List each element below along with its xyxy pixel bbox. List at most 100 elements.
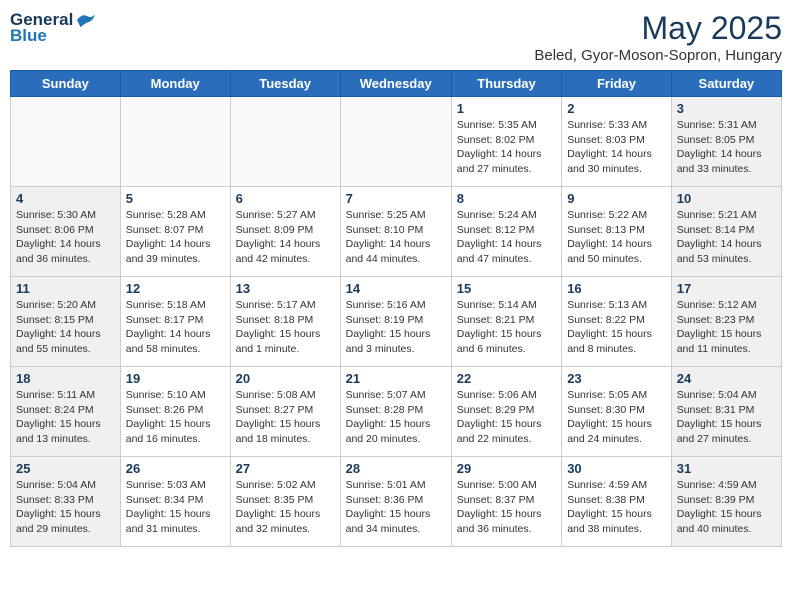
day-info: Sunrise: 5:10 AM Sunset: 8:26 PM Dayligh… <box>126 388 225 447</box>
day-info: Sunrise: 5:03 AM Sunset: 8:34 PM Dayligh… <box>126 478 225 537</box>
calendar-cell: 17 Sunrise: 5:12 AM Sunset: 8:23 PM Dayli… <box>671 277 781 367</box>
day-info: Sunrise: 5:13 AM Sunset: 8:22 PM Dayligh… <box>567 298 666 357</box>
day-info: Sunrise: 5:06 AM Sunset: 8:29 PM Dayligh… <box>457 388 556 447</box>
calendar-cell: 30 Sunrise: 4:59 AM Sunset: 8:38 PM Dayli… <box>562 457 672 547</box>
day-info: Sunrise: 5:08 AM Sunset: 8:27 PM Dayligh… <box>236 388 335 447</box>
calendar-cell: 6 Sunrise: 5:27 AM Sunset: 8:09 PM Daylig… <box>230 187 340 277</box>
calendar-cell <box>120 97 230 187</box>
calendar-cell: 11 Sunrise: 5:20 AM Sunset: 8:15 PM Dayli… <box>11 277 121 367</box>
calendar-cell: 26Sunrise: 5:03 AM Sunset: 8:34 PM Dayli… <box>120 457 230 547</box>
day-number: 27 <box>236 461 335 476</box>
day-number: 21 <box>346 371 446 386</box>
day-number: 12 <box>126 281 225 296</box>
calendar-cell: 24 Sunrise: 5:04 AM Sunset: 8:31 PM Dayli… <box>671 367 781 457</box>
day-info: Sunrise: 5:01 AM Sunset: 8:36 PM Dayligh… <box>346 478 446 537</box>
day-info: Sunrise: 4:59 AM Sunset: 8:39 PM Dayligh… <box>677 478 776 537</box>
day-info: Sunrise: 5:17 AM Sunset: 8:18 PM Dayligh… <box>236 298 335 357</box>
day-number: 2 <box>567 101 666 116</box>
day-info: Sunrise: 5:30 AM Sunset: 8:06 PM Dayligh… <box>16 208 115 267</box>
calendar-week-row: 4 Sunrise: 5:30 AM Sunset: 8:06 PM Daylig… <box>11 187 782 277</box>
day-number: 28 <box>346 461 446 476</box>
day-info: Sunrise: 4:59 AM Sunset: 8:38 PM Dayligh… <box>567 478 666 537</box>
calendar-cell: 28 Sunrise: 5:01 AM Sunset: 8:36 PM Dayli… <box>340 457 451 547</box>
calendar-week-row: 18 Sunrise: 5:11 AM Sunset: 8:24 PM Dayli… <box>11 367 782 457</box>
day-info: Sunrise: 5:20 AM Sunset: 8:15 PM Dayligh… <box>16 298 115 357</box>
day-info: Sunrise: 5:18 AM Sunset: 8:17 PM Dayligh… <box>126 298 225 357</box>
calendar-table: SundayMondayTuesdayWednesdayThursdayFrid… <box>10 70 782 547</box>
day-info: Sunrise: 5:31 AM Sunset: 8:05 PM Dayligh… <box>677 118 776 177</box>
day-number: 13 <box>236 281 335 296</box>
day-info: Sunrise: 5:27 AM Sunset: 8:09 PM Dayligh… <box>236 208 335 267</box>
day-number: 16 <box>567 281 666 296</box>
day-number: 22 <box>457 371 556 386</box>
day-number: 11 <box>16 281 115 296</box>
day-number: 24 <box>677 371 776 386</box>
calendar-cell: 16 Sunrise: 5:13 AM Sunset: 8:22 PM Dayli… <box>562 277 672 367</box>
day-number: 6 <box>236 191 335 206</box>
day-number: 3 <box>677 101 776 116</box>
logo-bird-icon <box>75 11 97 29</box>
day-info: Sunrise: 5:14 AM Sunset: 8:21 PM Dayligh… <box>457 298 556 357</box>
day-header-monday: Monday <box>120 71 230 97</box>
day-header-saturday: Saturday <box>671 71 781 97</box>
calendar-cell: 12 Sunrise: 5:18 AM Sunset: 8:17 PM Dayli… <box>120 277 230 367</box>
calendar-cell: 21Sunrise: 5:07 AM Sunset: 8:28 PM Dayli… <box>340 367 451 457</box>
calendar-cell: 25 Sunrise: 5:04 AM Sunset: 8:33 PM Dayli… <box>11 457 121 547</box>
day-number: 18 <box>16 371 115 386</box>
calendar-cell: 20 Sunrise: 5:08 AM Sunset: 8:27 PM Dayli… <box>230 367 340 457</box>
calendar-cell: 15 Sunrise: 5:14 AM Sunset: 8:21 PM Dayli… <box>451 277 561 367</box>
day-number: 19 <box>126 371 225 386</box>
day-number: 20 <box>236 371 335 386</box>
logo: General Blue <box>10 10 97 46</box>
day-info: Sunrise: 5:05 AM Sunset: 8:30 PM Dayligh… <box>567 388 666 447</box>
calendar-cell: 10 Sunrise: 5:21 AM Sunset: 8:14 PM Dayli… <box>671 187 781 277</box>
day-info: Sunrise: 5:33 AM Sunset: 8:03 PM Dayligh… <box>567 118 666 177</box>
day-header-wednesday: Wednesday <box>340 71 451 97</box>
day-info: Sunrise: 5:11 AM Sunset: 8:24 PM Dayligh… <box>16 388 115 447</box>
day-number: 17 <box>677 281 776 296</box>
calendar-week-row: 25 Sunrise: 5:04 AM Sunset: 8:33 PM Dayli… <box>11 457 782 547</box>
day-number: 23 <box>567 371 666 386</box>
day-number: 15 <box>457 281 556 296</box>
day-info: Sunrise: 5:04 AM Sunset: 8:33 PM Dayligh… <box>16 478 115 537</box>
calendar-cell: 31 Sunrise: 4:59 AM Sunset: 8:39 PM Dayli… <box>671 457 781 547</box>
header: General Blue May 2025 Beled, Gyor-Moson-… <box>10 10 782 64</box>
calendar-cell: 19 Sunrise: 5:10 AM Sunset: 8:26 PM Dayli… <box>120 367 230 457</box>
day-header-friday: Friday <box>562 71 672 97</box>
day-info: Sunrise: 5:21 AM Sunset: 8:14 PM Dayligh… <box>677 208 776 267</box>
day-header-sunday: Sunday <box>11 71 121 97</box>
day-header-thursday: Thursday <box>451 71 561 97</box>
calendar-cell: 5Sunrise: 5:28 AM Sunset: 8:07 PM Daylig… <box>120 187 230 277</box>
day-header-tuesday: Tuesday <box>230 71 340 97</box>
day-number: 4 <box>16 191 115 206</box>
day-number: 30 <box>567 461 666 476</box>
calendar-header-row: SundayMondayTuesdayWednesdayThursdayFrid… <box>11 71 782 97</box>
month-title: May 2025 <box>534 10 782 47</box>
calendar-cell: 2 Sunrise: 5:33 AM Sunset: 8:03 PM Daylig… <box>562 97 672 187</box>
calendar-cell: 18 Sunrise: 5:11 AM Sunset: 8:24 PM Dayli… <box>11 367 121 457</box>
day-number: 1 <box>457 101 556 116</box>
day-number: 5 <box>126 191 225 206</box>
calendar-cell: 3 Sunrise: 5:31 AM Sunset: 8:05 PM Daylig… <box>671 97 781 187</box>
day-number: 29 <box>457 461 556 476</box>
calendar-cell <box>11 97 121 187</box>
calendar-cell: 7 Sunrise: 5:25 AM Sunset: 8:10 PM Daylig… <box>340 187 451 277</box>
day-info: Sunrise: 5:22 AM Sunset: 8:13 PM Dayligh… <box>567 208 666 267</box>
day-info: Sunrise: 5:02 AM Sunset: 8:35 PM Dayligh… <box>236 478 335 537</box>
calendar-cell <box>230 97 340 187</box>
day-number: 25 <box>16 461 115 476</box>
calendar-week-row: 1 Sunrise: 5:35 AM Sunset: 8:02 PM Daylig… <box>11 97 782 187</box>
day-info: Sunrise: 5:35 AM Sunset: 8:02 PM Dayligh… <box>457 118 556 177</box>
day-info: Sunrise: 5:04 AM Sunset: 8:31 PM Dayligh… <box>677 388 776 447</box>
calendar-cell: 1 Sunrise: 5:35 AM Sunset: 8:02 PM Daylig… <box>451 97 561 187</box>
day-info: Sunrise: 5:25 AM Sunset: 8:10 PM Dayligh… <box>346 208 446 267</box>
subtitle: Beled, Gyor-Moson-Sopron, Hungary <box>534 47 782 64</box>
calendar-cell <box>340 97 451 187</box>
day-info: Sunrise: 5:00 AM Sunset: 8:37 PM Dayligh… <box>457 478 556 537</box>
day-info: Sunrise: 5:12 AM Sunset: 8:23 PM Dayligh… <box>677 298 776 357</box>
day-number: 31 <box>677 461 776 476</box>
calendar-cell: 9Sunrise: 5:22 AM Sunset: 8:13 PM Daylig… <box>562 187 672 277</box>
day-info: Sunrise: 5:24 AM Sunset: 8:12 PM Dayligh… <box>457 208 556 267</box>
day-number: 10 <box>677 191 776 206</box>
day-number: 7 <box>346 191 446 206</box>
